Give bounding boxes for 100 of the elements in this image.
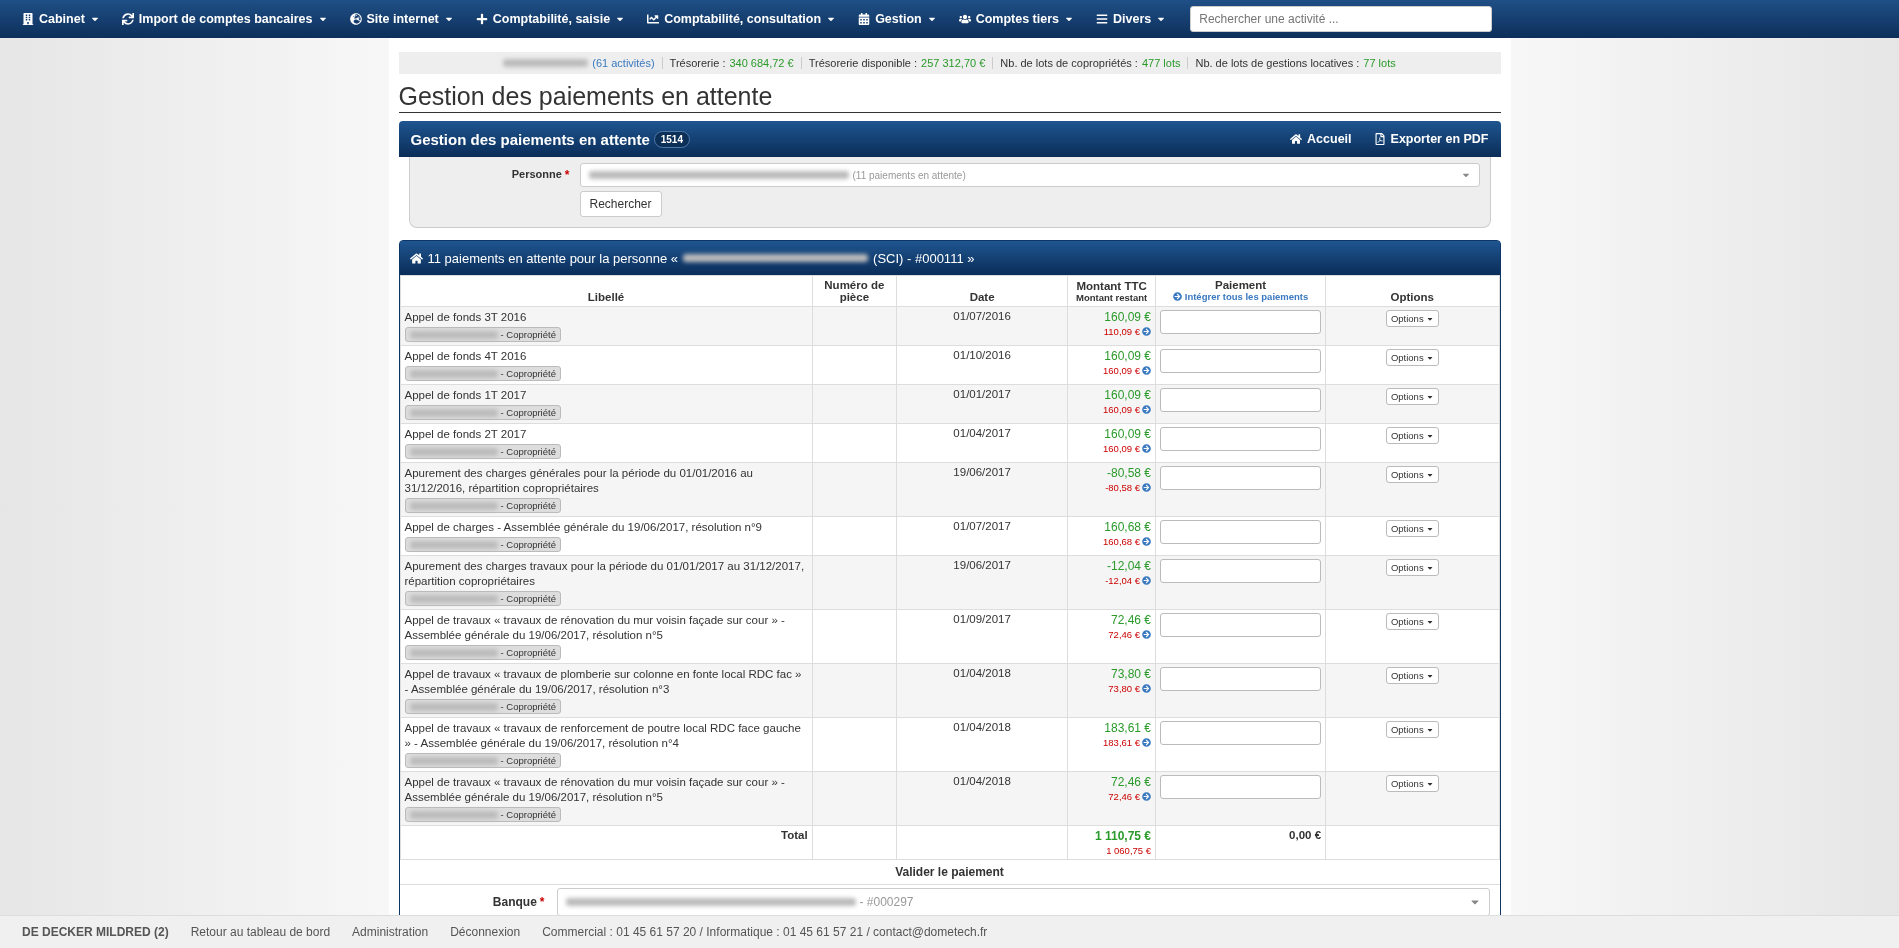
amount: 160,09 € [1103, 349, 1152, 363]
header-link[interactable]: Accueil [1290, 132, 1352, 146]
payment-input[interactable] [1160, 349, 1322, 373]
table-cell-text: Appel de charges - Assemblée générale du 19/06/2017, résolution n°9 [404, 520, 763, 535]
nav-menu-item[interactable]: Cabinet [12, 6, 110, 32]
nav-menu-item[interactable]: Comptabilité, consultation [637, 6, 847, 32]
table-cell: 01/09/2017 [896, 609, 1068, 664]
remaining-amount: 160,09 € [1072, 443, 1152, 454]
payment-input[interactable] [1160, 721, 1322, 745]
nav-menu-item[interactable]: Comptes tiers [948, 6, 1085, 32]
search-field[interactable]: Rechercher une activité ... [1190, 6, 1493, 32]
options-button[interactable]: Options [1385, 559, 1439, 576]
footer-link[interactable]: Déconnexion [450, 925, 521, 939]
payment-input[interactable] [1160, 388, 1322, 412]
table-cell: 01/04/2017 [896, 423, 1068, 463]
table-cell-text: Appel de travaux « travaux de rénovation du mur voisin façade sur cour » - Assemblée générale du 19/06/2017, résolution n°5 [404, 775, 786, 805]
payment-input[interactable] [1160, 775, 1322, 799]
remaining-amount: 72,46 € [1072, 791, 1152, 802]
required-mark: * [564, 168, 570, 182]
options-button[interactable]: Options [1385, 667, 1439, 684]
options-button[interactable]: Options [1385, 721, 1439, 738]
amount: 183,61 € [1103, 721, 1152, 735]
stat-value: 77 lots [1363, 57, 1396, 69]
payment-input[interactable] [1160, 559, 1322, 583]
payment-input[interactable] [1160, 613, 1322, 637]
table-cell-text: Appel de fonds 4T 2016 [404, 349, 528, 364]
amount: 160,09 € [1103, 310, 1152, 324]
footer-link[interactable]: Retour au tableau de bord [190, 925, 331, 939]
table-cell: 01/01/2017 [896, 384, 1068, 424]
tag-text: - Copropriété [500, 368, 556, 379]
amount: -12,04 € [1106, 559, 1152, 573]
activities-link[interactable]: (61 activités) [592, 57, 655, 69]
options-button[interactable]: Options [1385, 613, 1439, 630]
remaining-amount: 160,09 € [1072, 365, 1152, 376]
plus-icon [475, 13, 488, 25]
total-remaining: 1 060,75 € [1105, 845, 1152, 856]
tag-text: - Copropriété [500, 755, 556, 766]
users-icon [958, 13, 971, 25]
refresh-icon [121, 13, 134, 25]
table-cell-text: Appel de fonds 1T 2017 [404, 388, 528, 403]
column-header: Numéro de pièce [812, 275, 897, 307]
table-cell-text: Appel de travaux « travaux de rénovation du mur voisin façade sur cour » - Assemblée générale du 19/06/2017, résolution n°5 [404, 613, 786, 643]
amount: 160,68 € [1103, 520, 1152, 534]
remaining-amount: 160,09 € [1072, 404, 1152, 415]
stat-label: Trésorerie disponible : [808, 57, 918, 69]
table-cell: 01/04/2018 [896, 663, 1068, 718]
options-button[interactable]: Options [1385, 349, 1439, 366]
remaining-amount: 110,09 € [1072, 326, 1152, 337]
table-cell-text: Apurement des charges générales pour la période du 01/01/2016 au 31/12/2016, répartition copropriétaires [404, 466, 754, 496]
table-cell: 19/06/2017 [896, 555, 1068, 610]
nav-menu-item[interactable]: Import de comptes bancaires [111, 6, 338, 32]
section-title: Valider le paiement [399, 860, 1500, 885]
payment-input[interactable] [1160, 667, 1322, 691]
tag-text: - Copropriété [500, 539, 556, 550]
contact-info: Commercial : 01 45 61 57 20 / Informatique : 01 45 61 57 21 / contact@dometech.fr [542, 925, 988, 939]
options-button[interactable]: Options [1385, 775, 1439, 792]
menu-icon [1096, 13, 1109, 25]
remaining-amount: 73,80 € [1072, 683, 1152, 694]
tag-text: - Copropriété [500, 500, 556, 511]
table-cell: 01/07/2016 [896, 306, 1068, 346]
stat-label: Nb. de lots de copropriétés : [1000, 57, 1138, 69]
options-button[interactable]: Options [1385, 427, 1439, 444]
nav-menu-item[interactable]: Site internet [339, 6, 464, 32]
tag-text: - Copropriété [500, 329, 556, 340]
field-label: Banque [492, 895, 537, 909]
results-title: (SCI) - #000111 » [873, 250, 975, 266]
amount: 160,09 € [1103, 427, 1152, 441]
header-link[interactable]: Exporter en PDF [1373, 132, 1489, 146]
integrate-all-link[interactable]: Intégrer tous les paiements [1172, 291, 1309, 302]
options-button[interactable]: Options [1385, 310, 1439, 327]
options-button[interactable]: Options [1385, 466, 1439, 483]
search-button[interactable]: Rechercher [579, 191, 662, 217]
column-header: Montant TTC Montant restant [1067, 275, 1156, 307]
tag-text: - Copropriété [500, 593, 556, 604]
field-label: Personne [511, 168, 562, 182]
options-button[interactable]: Options [1385, 520, 1439, 537]
options-button[interactable]: Options [1385, 388, 1439, 405]
nav-menu-item[interactable]: Comptabilité, saisie [465, 6, 636, 32]
table-cell: 01/07/2017 [896, 516, 1068, 556]
table-cell-text: Appel de travaux « travaux de plomberie sur colonne en fonte local RDC fac » - Assemblée générale du 19/06/2017, résolution n°3 [404, 667, 803, 697]
payment-input[interactable] [1160, 310, 1322, 334]
home-icon [1290, 133, 1303, 145]
nav-menu-item[interactable]: Divers [1086, 6, 1177, 32]
table-cell: 19/06/2017 [896, 462, 1068, 517]
column-header: Date [896, 275, 1068, 307]
page-title: Gestion des paiements en attente [398, 82, 1501, 113]
payment-input[interactable] [1160, 520, 1322, 544]
tag-text: - Copropriété [500, 647, 556, 658]
column-header: Options [1325, 275, 1499, 307]
payment-input[interactable] [1160, 466, 1322, 490]
count-badge: 1514 [653, 130, 690, 148]
amount: 72,46 € [1110, 775, 1152, 789]
table-cell-text: Appel de travaux « travaux de renforcement de poutre local RDC face gauche » - Assemblée générale du 19/06/2017, résolution n°4 [404, 721, 802, 751]
payment-input[interactable] [1160, 427, 1322, 451]
nav-menu-item[interactable]: Gestion [848, 6, 947, 32]
stat-label: Trésorerie : [669, 57, 726, 69]
remaining-amount: 160,68 € [1072, 536, 1152, 547]
line-chart-icon [647, 13, 660, 25]
home-icon [409, 251, 423, 265]
footer-link[interactable]: Administration [352, 925, 429, 939]
